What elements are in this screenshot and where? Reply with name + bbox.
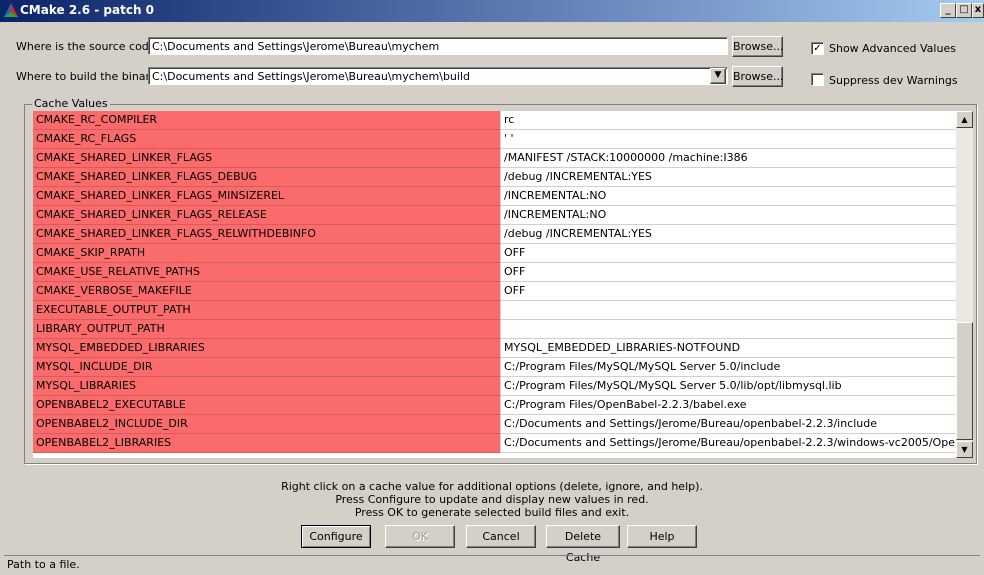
cache-entry-name[interactable]: CMAKE_SHARED_LINKER_FLAGS_RELEASE: [33, 206, 500, 225]
cache-entry-value[interactable]: OFF: [500, 282, 956, 301]
cache-entry-name[interactable]: CMAKE_VERBOSE_MAKEFILE: [33, 282, 500, 301]
cache-entry-name[interactable]: EXECUTABLE_OUTPUT_PATH: [33, 301, 500, 320]
cache-entry-name[interactable]: CMAKE_SHARED_LINKER_FLAGS_RELWITHDEBINFO: [33, 225, 500, 244]
cache-entry-name[interactable]: CMAKE_USE_RELATIVE_PATHS: [33, 263, 500, 282]
cache-entry-value[interactable]: OFF: [500, 263, 956, 282]
table-row[interactable]: CMAKE_SHARED_LINKER_FLAGS_DEBUG/debug /I…: [33, 168, 956, 187]
cache-entry-value[interactable]: rc: [500, 111, 956, 130]
table-row[interactable]: OPENBABEL2_EXECUTABLE C:/Program Files/Op…: [33, 396, 956, 415]
cache-entry-value[interactable]: /MANIFEST /STACK:10000000 /machine:I386: [500, 149, 956, 168]
arrow-up-icon[interactable]: ▲: [956, 111, 973, 128]
build-path-value: C:\Documents and Settings\Jerome\Bureau\…: [152, 70, 471, 83]
cancel-button[interactable]: Cancel: [466, 525, 536, 548]
suppress-dev-checkbox[interactable]: [811, 73, 824, 86]
chevron-down-icon[interactable]: ▼: [710, 68, 726, 84]
table-row[interactable]: LIBRARY_OUTPUT_PATH: [33, 320, 956, 339]
cache-entry-value[interactable]: /debug /INCREMENTAL:YES: [500, 168, 956, 187]
cache-entry-name[interactable]: CMAKE_RC_COMPILER: [33, 111, 500, 130]
cmake-triangle-icon: [4, 3, 18, 17]
delete-cache-button[interactable]: Delete Cache: [546, 525, 620, 564]
ok-button[interactable]: OK: [385, 525, 455, 548]
cache-entry-name[interactable]: OPENBABEL2_INCLUDE_DIR: [33, 415, 500, 434]
table-row[interactable]: CMAKE_SHARED_LINKER_FLAGS_RELWITHDEBINFO…: [33, 225, 956, 244]
table-row[interactable]: MYSQL_INCLUDE_DIR C:/Program Files/MySQL/…: [33, 358, 956, 377]
browse-build-button[interactable]: Browse...: [732, 66, 784, 87]
source-path-input[interactable]: C:\Documents and Settings\Jerome\Bureau\…: [148, 37, 728, 55]
show-advanced-checkbox[interactable]: ✓: [811, 42, 824, 55]
cache-entry-value[interactable]: /INCREMENTAL:NO: [500, 206, 956, 225]
scroll-thumb[interactable]: [956, 322, 973, 440]
cache-entry-name[interactable]: CMAKE_SHARED_LINKER_FLAGS_MINSIZEREL: [33, 187, 500, 206]
cache-entry-name[interactable]: MYSQL_LIBRARIES: [33, 377, 500, 396]
build-path-combobox[interactable]: C:\Documents and Settings\Jerome\Bureau\…: [148, 67, 728, 85]
table-row[interactable]: CMAKE_SHARED_LINKER_FLAGS /MANIFEST /STA…: [33, 149, 956, 168]
vertical-scrollbar[interactable]: ▲ ▼: [956, 111, 973, 458]
cache-entry-name[interactable]: OPENBABEL2_LIBRARIES: [33, 434, 500, 453]
table-row[interactable]: CMAKE_RC_FLAGS ' ': [33, 130, 956, 149]
cache-entry-name[interactable]: MYSQL_EMBEDDED_LIBRARIES: [33, 339, 500, 358]
cache-entry-value[interactable]: /debug /INCREMENTAL:YES: [500, 225, 956, 244]
cache-entry-value[interactable]: [500, 320, 956, 339]
status-text: Path to a file.: [7, 558, 80, 571]
table-row[interactable]: CMAKE_USE_RELATIVE_PATHS OFF: [33, 263, 956, 282]
show-advanced-label: Show Advanced Values: [829, 42, 956, 55]
table-row[interactable]: MYSQL_LIBRARIES C:/Program Files/MySQL/My…: [33, 377, 956, 396]
minimize-button[interactable]: _: [940, 3, 956, 18]
source-code-label: Where is the source code:: [16, 40, 160, 53]
cache-entry-name[interactable]: CMAKE_SKIP_RPATH: [33, 244, 500, 263]
table-row[interactable]: CMAKE_SHARED_LINKER_FLAGS_MINSIZEREL/INC…: [33, 187, 956, 206]
cache-entry-name[interactable]: CMAKE_SHARED_LINKER_FLAGS_DEBUG: [33, 168, 500, 187]
window-title: CMake 2.6 - patch 0: [20, 3, 155, 17]
close-button[interactable]: x: [972, 3, 984, 18]
cache-entry-name[interactable]: OPENBABEL2_EXECUTABLE: [33, 396, 500, 415]
help-line-1: Right click on a cache value for additio…: [281, 480, 703, 493]
table-row[interactable]: MYSQL_EMBEDDED_LIBRARIES MYSQL_EMBEDDED_L…: [33, 339, 956, 358]
status-bar: Path to a file.: [4, 555, 980, 573]
title-bar: CMake 2.6 - patch 0 _ □ x: [0, 0, 984, 22]
cache-entry-value[interactable]: /INCREMENTAL:NO: [500, 187, 956, 206]
cache-table[interactable]: CMAKE_RC_COMPILER rc CMAKE_RC_FLAGS ' ' CMAK…: [33, 111, 956, 458]
suppress-dev-label: Suppress dev Warnings: [829, 74, 958, 87]
table-row[interactable]: CMAKE_SHARED_LINKER_FLAGS_RELEASE/INCREM…: [33, 206, 956, 225]
cache-entry-value[interactable]: C:/Program Files/MySQL/MySQL Server 5.0/…: [500, 358, 956, 377]
cache-entry-value[interactable]: [500, 301, 956, 320]
table-row[interactable]: CMAKE_SKIP_RPATH OFF: [33, 244, 956, 263]
help-line-3: Press OK to generate selected build file…: [354, 506, 630, 519]
maximize-button[interactable]: □: [956, 3, 972, 18]
cache-entry-name[interactable]: MYSQL_INCLUDE_DIR: [33, 358, 500, 377]
table-row[interactable]: OPENBABEL2_INCLUDE_DIR C:/Documents and S…: [33, 415, 956, 434]
cache-entry-value[interactable]: C:/Documents and Settings/Jerome/Bureau/…: [500, 434, 956, 453]
cache-entry-value[interactable]: C:/Program Files/MySQL/MySQL Server 5.0/…: [500, 377, 956, 396]
help-line-2: Press Configure to update and display ne…: [335, 493, 649, 506]
table-row[interactable]: EXECUTABLE_OUTPUT_PATH: [33, 301, 956, 320]
cache-entry-value[interactable]: MYSQL_EMBEDDED_LIBRARIES-NOTFOUND: [500, 339, 956, 358]
build-binaries-label: Where to build the binaries:: [16, 70, 170, 83]
table-row[interactable]: OPENBABEL2_LIBRARIES C:/Documents and Set…: [33, 434, 956, 453]
cache-entry-name[interactable]: LIBRARY_OUTPUT_PATH: [33, 320, 500, 339]
cache-entry-value[interactable]: C:/Program Files/OpenBabel-2.2.3/babel.e…: [500, 396, 956, 415]
arrow-down-icon[interactable]: ▼: [956, 441, 973, 458]
table-row[interactable]: CMAKE_VERBOSE_MAKEFILE OFF: [33, 282, 956, 301]
cache-entry-name[interactable]: CMAKE_SHARED_LINKER_FLAGS: [33, 149, 500, 168]
cache-entry-name[interactable]: CMAKE_RC_FLAGS: [33, 130, 500, 149]
browse-source-button[interactable]: Browse...: [732, 36, 784, 57]
cache-values-title: Cache Values: [32, 97, 110, 110]
cache-entry-value[interactable]: ' ': [500, 130, 956, 149]
cache-entry-value[interactable]: OFF: [500, 244, 956, 263]
configure-button[interactable]: Configure: [301, 525, 371, 548]
cache-entry-value[interactable]: C:/Documents and Settings/Jerome/Bureau/…: [500, 415, 956, 434]
table-row[interactable]: CMAKE_RC_COMPILER rc: [33, 111, 956, 130]
help-button[interactable]: Help: [627, 525, 697, 548]
